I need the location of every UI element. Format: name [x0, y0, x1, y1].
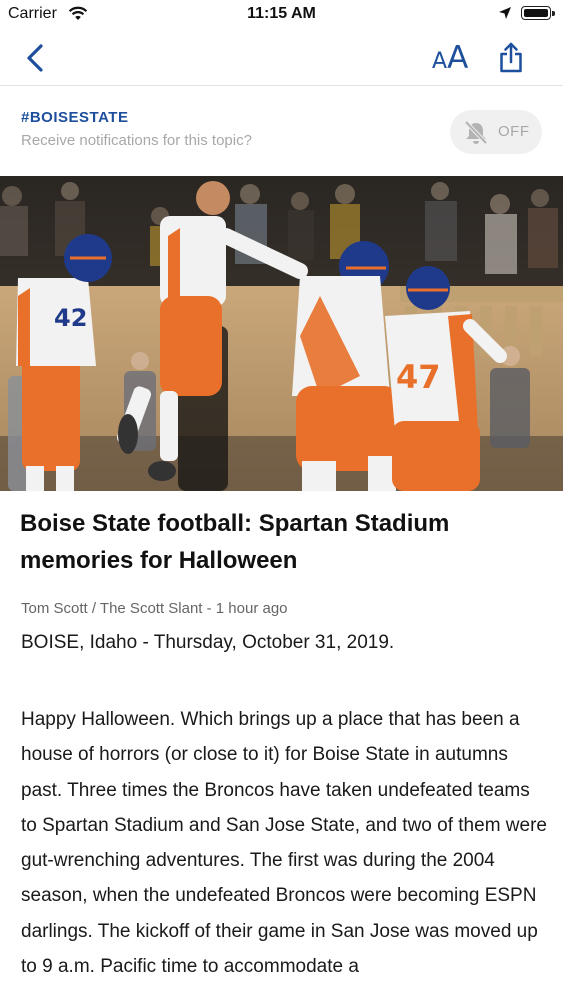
nav-bar: AA — [0, 30, 563, 86]
location-arrow-icon — [498, 6, 512, 25]
article-body: Happy Halloween. Which brings up a place… — [21, 709, 547, 978]
notification-toggle[interactable]: OFF — [450, 110, 542, 154]
article-headline: Boise State football: Spartan Stadium me… — [20, 510, 450, 574]
toggle-state-label: OFF — [498, 123, 530, 140]
bell-slash-icon — [462, 120, 490, 151]
share-icon — [500, 42, 522, 73]
battery-icon — [521, 6, 555, 20]
text-size-button[interactable]: AA — [432, 40, 468, 76]
text-size-large-a: A — [447, 40, 469, 76]
article-byline: Tom Scott / The Scott Slant - 1 hour ago — [21, 600, 288, 617]
jersey-number-42: 42 — [54, 304, 87, 332]
chevron-left-icon — [27, 44, 43, 72]
hero-image: 42 47 — [0, 176, 563, 491]
topic-notification-prompt: Receive notifications for this topic? — [21, 132, 252, 149]
topic-name[interactable]: #BOISESTATE — [21, 109, 128, 126]
text-size-small-a: A — [432, 49, 448, 74]
share-button[interactable] — [497, 40, 525, 76]
jersey-number-47: 47 — [396, 358, 441, 396]
status-bar: Carrier 11:15 AM — [0, 0, 563, 30]
article-dateline: BOISE, Idaho - Thursday, October 31, 201… — [21, 632, 395, 653]
status-time: 11:15 AM — [247, 5, 316, 22]
topic-notification-row: #BOISESTATE Receive notifications for th… — [0, 86, 563, 176]
back-button[interactable] — [22, 42, 50, 74]
